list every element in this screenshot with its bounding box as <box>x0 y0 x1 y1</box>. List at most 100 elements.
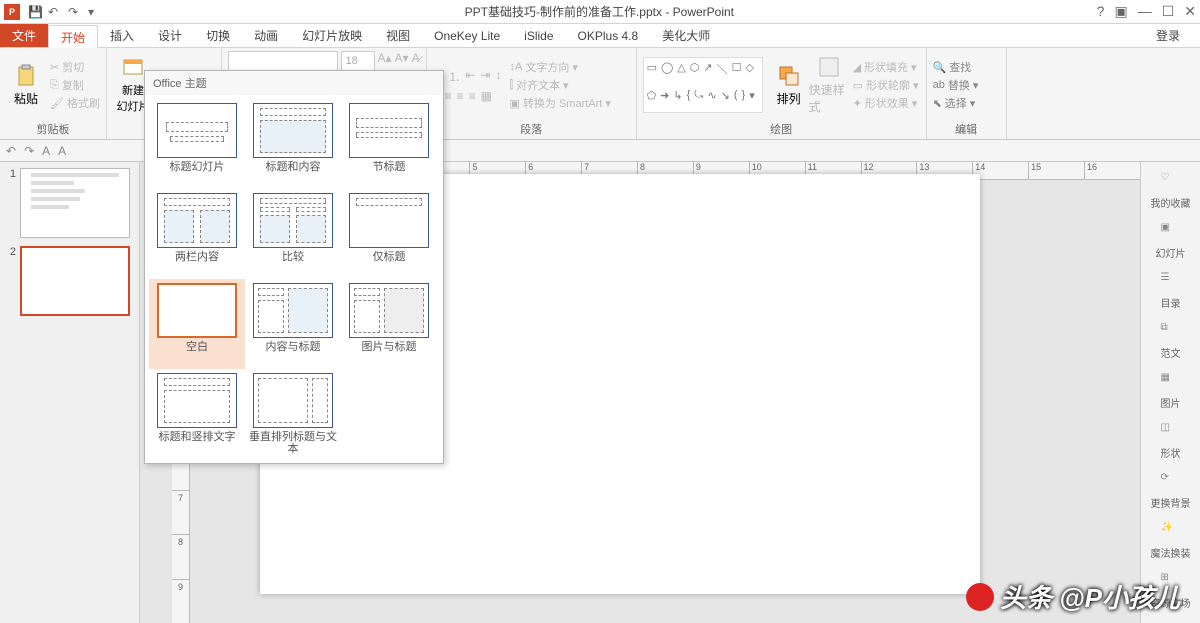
cut-button[interactable]: ✂剪切 <box>50 59 100 75</box>
tab-home[interactable]: 开始 <box>48 25 98 48</box>
login-link[interactable]: 登录 <box>1136 24 1200 47</box>
side-templates[interactable]: ⧉范文 <box>1161 322 1181 360</box>
slides-icon: ▣ <box>1161 222 1181 242</box>
smartart-button[interactable]: ▣转换为 SmartArt ▾ <box>509 95 610 111</box>
outline-icon: ▭ <box>853 79 863 92</box>
strip-font-icon[interactable]: A <box>42 144 50 158</box>
find-button[interactable]: 🔍查找 <box>933 59 979 75</box>
layout-dd-header: Office 主题 <box>145 71 443 95</box>
quick-styles-label: 快速样式 <box>809 81 849 115</box>
side-images[interactable]: ▦图片 <box>1161 372 1181 410</box>
indent-inc-icon[interactable]: ⇥ <box>480 68 490 85</box>
side-magic[interactable]: ✨魔法换装 <box>1151 522 1191 560</box>
layout-content-caption[interactable]: 内容与标题 <box>245 279 341 369</box>
redo-icon[interactable]: ↷ <box>68 5 82 19</box>
text-dir-icon: ↕A <box>509 61 522 73</box>
font-size-select[interactable]: 18 <box>341 51 375 71</box>
columns-icon[interactable]: ▦ <box>481 89 492 103</box>
tab-onekey[interactable]: OneKey Lite <box>422 24 512 47</box>
thumb-row-2[interactable]: 2 <box>4 246 135 316</box>
fill-icon: ◢ <box>853 61 861 74</box>
thumb-row-1[interactable]: 1 <box>4 168 135 238</box>
layout-title-only[interactable]: 仅标题 <box>341 189 437 279</box>
side-slides[interactable]: ▣幻灯片 <box>1156 222 1186 260</box>
list-icon: ☰ <box>1161 272 1181 292</box>
watermark-logo-icon <box>966 583 994 611</box>
justify-icon[interactable]: ≡ <box>469 89 476 103</box>
layout-section-header[interactable]: 节标题 <box>341 99 437 189</box>
thumb-num-1: 1 <box>4 168 16 238</box>
tab-islide[interactable]: iSlide <box>512 24 565 47</box>
thumb-1[interactable] <box>20 168 130 238</box>
side-favorites[interactable]: ♡我的收藏 <box>1151 172 1191 210</box>
undo-icon[interactable]: ↶ <box>48 5 62 19</box>
tab-transitions[interactable]: 切换 <box>194 24 242 47</box>
tab-view[interactable]: 视图 <box>374 24 422 47</box>
help-icon[interactable]: ? <box>1097 3 1105 20</box>
strip-redo-icon[interactable]: ↷ <box>24 144 34 158</box>
tab-beautify[interactable]: 美化大师 <box>650 24 722 47</box>
grow-font-icon[interactable]: A▴ <box>378 51 392 71</box>
align-text-button[interactable]: ⫿对齐文本 ▾ <box>509 77 610 93</box>
shapes-gallery[interactable]: ▭◯△⬡↗＼ ☐◇⬠➜↳{ ⤿∿↘(}▾ <box>643 57 763 113</box>
side-panel: ♡我的收藏 ▣幻灯片 ☰目录 ⧉范文 ▦图片 ◫形状 ⟳更换背景 ✨魔法换装 ⊞… <box>1140 162 1200 623</box>
save-icon[interactable]: 💾 <box>28 5 42 19</box>
minimize-icon[interactable]: — <box>1138 3 1152 20</box>
side-background[interactable]: ⟳更换背景 <box>1151 472 1191 510</box>
line-spacing-icon[interactable]: ↕ <box>495 68 501 85</box>
shape-fill-button[interactable]: ◢形状填充 ▾ <box>853 59 919 75</box>
thumb-2[interactable] <box>20 246 130 316</box>
layout-title-vertical-text[interactable]: 标题和竖排文字 <box>149 369 245 459</box>
shrink-font-icon[interactable]: A▾ <box>395 51 409 71</box>
quick-styles-button[interactable]: 快速样式 <box>809 55 849 115</box>
side-shapes[interactable]: ◫形状 <box>1161 422 1181 460</box>
replace-button[interactable]: ab替换 ▾ <box>933 77 979 93</box>
layout-title-slide[interactable]: 标题幻灯片 <box>149 99 245 189</box>
window-title: PPT基础技巧-制作前的准备工作.pptx - PowerPoint <box>102 3 1097 20</box>
tab-file[interactable]: 文件 <box>0 24 48 47</box>
close-icon[interactable]: ✕ <box>1184 3 1196 20</box>
shape-outline-button[interactable]: ▭形状轮廓 ▾ <box>853 77 919 93</box>
maximize-icon[interactable]: ☐ <box>1162 3 1175 20</box>
indent-dec-icon[interactable]: ⇤ <box>465 68 475 85</box>
watermark: 头条 @P小孩儿 <box>966 578 1180 615</box>
strip-font2-icon[interactable]: A <box>58 144 66 158</box>
text-direction-button[interactable]: ↕A文字方向 ▾ <box>509 59 610 75</box>
tab-slideshow[interactable]: 幻灯片放映 <box>290 24 374 47</box>
tab-animations[interactable]: 动画 <box>242 24 290 47</box>
layout-title-content[interactable]: 标题和内容 <box>245 99 341 189</box>
group-paragraph: ☰ ⒈ ⇤ ⇥ ↕ ≡ ≡ ≡ ≡ ▦ ↕A文字方向 ▾ ⫿对齐文本 ▾ ▣转换… <box>427 48 637 139</box>
group-clipboard-label: 剪贴板 <box>6 119 100 137</box>
arrange-icon <box>777 64 801 88</box>
layout-grid: 标题幻灯片 标题和内容 节标题 两栏内容 比较 仅标题 空白 内容与标题 <box>145 95 443 463</box>
layout-comparison[interactable]: 比较 <box>245 189 341 279</box>
layout-two-content[interactable]: 两栏内容 <box>149 189 245 279</box>
group-drawing-label: 绘图 <box>643 119 920 137</box>
arrange-button[interactable]: 排列 <box>769 64 809 107</box>
font-family-select[interactable] <box>228 51 338 71</box>
tab-design[interactable]: 设计 <box>146 24 194 47</box>
group-paragraph-label: 段落 <box>433 119 630 137</box>
layout-vertical-title-text[interactable]: 垂直排列标题与文本 <box>245 369 341 459</box>
format-painter-button[interactable]: 🖌格式刷 <box>50 95 100 111</box>
layout-picture-caption[interactable]: 图片与标题 <box>341 279 437 369</box>
qat-dropdown-icon[interactable]: ▾ <box>88 5 102 19</box>
arrange-label: 排列 <box>777 90 801 107</box>
clear-format-icon[interactable]: A̷ <box>412 51 420 71</box>
scissors-icon: ✂ <box>50 61 59 74</box>
window-buttons: ? ▣ — ☐ ✕ <box>1097 3 1196 20</box>
select-button[interactable]: ⬉选择 ▾ <box>933 95 979 111</box>
tab-okplus[interactable]: OKPlus 4.8 <box>566 24 651 47</box>
copy-button[interactable]: ⎘复制 <box>50 77 100 93</box>
numbering-icon[interactable]: ⒈ <box>448 68 460 85</box>
align-text-icon: ⫿ <box>509 79 513 92</box>
align-center-icon[interactable]: ≡ <box>445 89 452 103</box>
ribbon-options-icon[interactable]: ▣ <box>1114 3 1127 20</box>
tab-insert[interactable]: 插入 <box>98 24 146 47</box>
layout-blank[interactable]: 空白 <box>149 279 245 369</box>
shape-effects-button[interactable]: ✦形状效果 ▾ <box>853 95 919 111</box>
align-right-icon[interactable]: ≡ <box>457 89 464 103</box>
strip-undo-icon[interactable]: ↶ <box>6 144 16 158</box>
side-toc[interactable]: ☰目录 <box>1161 272 1181 310</box>
paste-button[interactable]: 粘贴 <box>6 64 46 107</box>
